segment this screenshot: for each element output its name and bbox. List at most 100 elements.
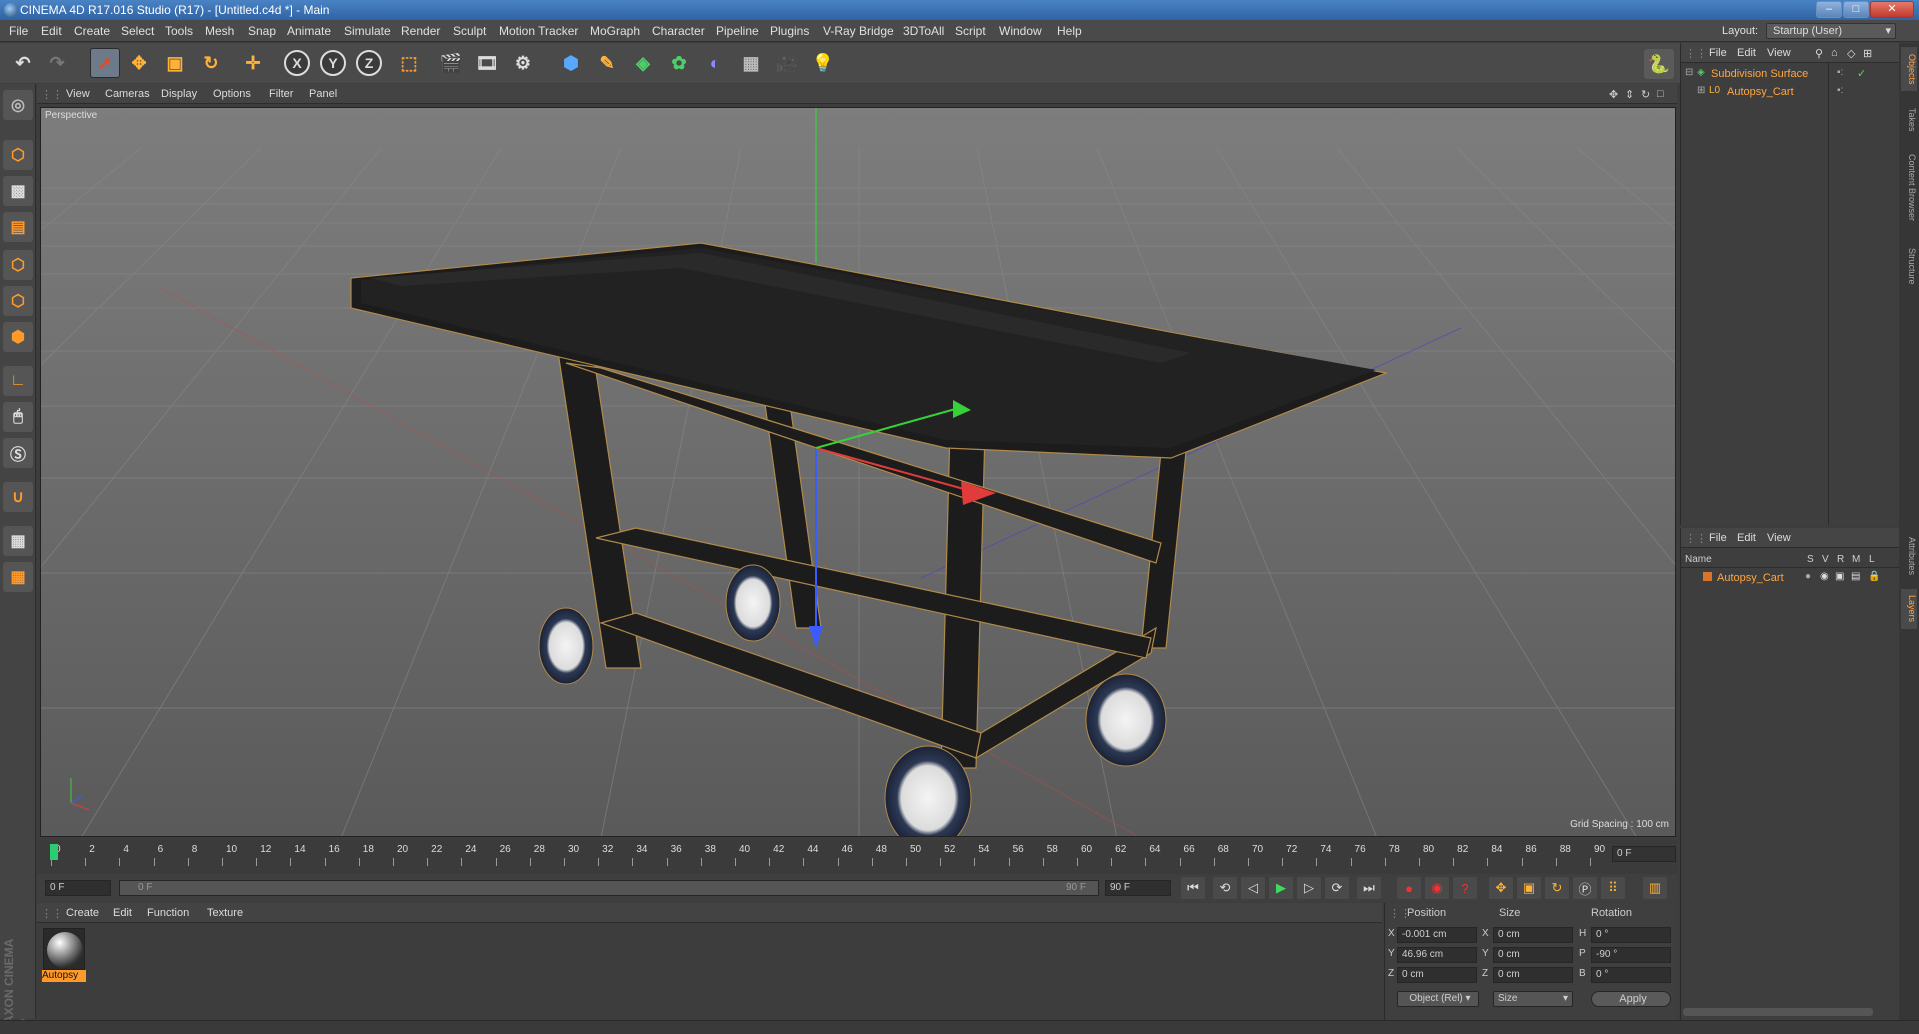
layer-row[interactable]: Autopsy_Cart ● ◉ ▣ ▤ 🔒 bbox=[1681, 570, 1900, 586]
light-icon[interactable]: 💡 bbox=[808, 48, 838, 78]
scale-tool-icon[interactable]: ▣ bbox=[160, 48, 190, 78]
object-menu-edit[interactable]: Edit bbox=[1737, 47, 1756, 59]
viewport-menu-options[interactable]: Options bbox=[213, 88, 251, 100]
key-parameter-icon[interactable]: Ⓟ bbox=[1573, 877, 1597, 899]
size-y-field[interactable]: 0 cm bbox=[1493, 947, 1573, 963]
position-z-field[interactable]: 0 cm bbox=[1397, 967, 1477, 983]
size-mode-dropdown[interactable]: Size ▾ bbox=[1493, 991, 1573, 1007]
close-button[interactable]: ✕ bbox=[1870, 1, 1914, 18]
locked-workplane-icon[interactable]: ▦ bbox=[3, 562, 33, 592]
object-name[interactable]: Autopsy_Cart bbox=[1727, 86, 1794, 98]
key-scale-icon[interactable]: ▣ bbox=[1517, 877, 1541, 899]
minimize-button[interactable]: – bbox=[1816, 1, 1842, 18]
rotation-p-field[interactable]: -90 ° bbox=[1591, 947, 1671, 963]
key-pla-icon[interactable]: ⠿ bbox=[1601, 877, 1625, 899]
material-menu-texture[interactable]: Texture bbox=[207, 907, 243, 919]
make-editable-icon[interactable]: ◎ bbox=[3, 90, 33, 120]
collapse-icon[interactable]: ⊟ bbox=[1685, 67, 1693, 78]
object-menu-file[interactable]: File bbox=[1709, 47, 1727, 59]
object-row[interactable]: ⊟ ◈ Subdivision Surface ▪: ✓ bbox=[1681, 65, 1900, 83]
layer-name[interactable]: Autopsy_Cart bbox=[1717, 572, 1784, 584]
subdivision-surface-icon[interactable]: ◈ bbox=[628, 48, 658, 78]
autokeying-icon[interactable]: ◉ bbox=[1425, 877, 1449, 899]
tab-layers[interactable]: Layers bbox=[1901, 589, 1917, 629]
deformer-icon[interactable]: ◐ bbox=[700, 48, 730, 78]
rotation-h-field[interactable]: 0 ° bbox=[1591, 927, 1671, 943]
object-visibility-icon[interactable]: ▪: bbox=[1837, 85, 1843, 96]
live-selection-icon[interactable]: ➚ bbox=[90, 48, 120, 78]
timeline-window-icon[interactable]: ▥ bbox=[1643, 877, 1667, 899]
tab-structure[interactable]: Structure bbox=[1901, 239, 1917, 293]
go-to-start-icon[interactable]: ⏮ bbox=[1181, 877, 1205, 899]
timeline-ruler[interactable]: 0246810121416182022242628303234363840424… bbox=[37, 840, 1677, 874]
menu-snap[interactable]: Snap bbox=[248, 24, 276, 38]
menu-edit[interactable]: Edit bbox=[41, 24, 62, 38]
viewport-menu-panel[interactable]: Panel bbox=[309, 88, 337, 100]
new-window-icon[interactable]: ⊞ bbox=[1863, 47, 1872, 60]
menu-render[interactable]: Render bbox=[401, 24, 440, 38]
render-view-icon[interactable]: 🎬 bbox=[436, 48, 466, 78]
camera-icon[interactable]: 🎥 bbox=[772, 48, 802, 78]
coordinate-system-icon[interactable]: ⬚ bbox=[394, 48, 424, 78]
key-position-icon[interactable]: ✥ bbox=[1489, 877, 1513, 899]
menu-mesh[interactable]: Mesh bbox=[205, 24, 234, 38]
x-axis-lock[interactable]: X bbox=[282, 48, 312, 78]
layer-menu-edit[interactable]: Edit bbox=[1737, 532, 1756, 544]
edges-mode-icon[interactable]: ⬡ bbox=[3, 286, 33, 316]
floor-icon[interactable]: ▦ bbox=[736, 48, 766, 78]
search-icon[interactable]: ⚲ bbox=[1815, 47, 1823, 60]
cube-primitive-icon[interactable]: ⬢ bbox=[556, 48, 586, 78]
transform-tool-icon[interactable]: ✛ bbox=[238, 48, 268, 78]
layer-color-swatch[interactable] bbox=[1703, 572, 1712, 581]
move-tool-icon[interactable]: ✥ bbox=[124, 48, 154, 78]
expand-icon[interactable]: ⊞ bbox=[1697, 85, 1705, 96]
playhead-marker[interactable] bbox=[50, 844, 58, 860]
maximize-button[interactable]: □ bbox=[1843, 1, 1869, 18]
keyframe-selection-icon[interactable]: ? bbox=[1453, 877, 1477, 899]
record-keys-icon[interactable]: ● bbox=[1397, 877, 1421, 899]
material-menu-function[interactable]: Function bbox=[147, 907, 189, 919]
material-swatch[interactable] bbox=[43, 928, 85, 970]
menu-simulate[interactable]: Simulate bbox=[344, 24, 391, 38]
menu-help[interactable]: Help bbox=[1057, 24, 1082, 38]
current-frame-field[interactable]: 0 F bbox=[1612, 846, 1676, 862]
menu-tools[interactable]: Tools bbox=[165, 24, 193, 38]
snap-icon[interactable]: Ⓢ bbox=[3, 438, 33, 468]
menu-window[interactable]: Window bbox=[999, 24, 1042, 38]
menu-pipeline[interactable]: Pipeline bbox=[716, 24, 759, 38]
menu-sculpt[interactable]: Sculpt bbox=[453, 24, 486, 38]
view-eye-icon[interactable]: ◉ bbox=[1820, 571, 1829, 582]
horizontal-scrollbar[interactable] bbox=[1683, 1008, 1873, 1016]
workplane-lock-icon[interactable]: ▦ bbox=[3, 526, 33, 556]
key-rotation-icon[interactable]: ↻ bbox=[1545, 877, 1569, 899]
texture-mode-icon[interactable]: ▩ bbox=[3, 176, 33, 206]
material-name[interactable]: Autopsy bbox=[42, 970, 86, 982]
menu-select[interactable]: Select bbox=[121, 24, 154, 38]
layout-dropdown[interactable]: Startup (User) ▾ bbox=[1766, 23, 1896, 39]
perspective-viewport[interactable]: Perspective Grid Spacing : 100 cm bbox=[40, 107, 1676, 837]
previous-key-icon[interactable]: ⟲ bbox=[1213, 877, 1237, 899]
menu-animate[interactable]: Animate bbox=[287, 24, 331, 38]
object-row[interactable]: ⊞ L0 Autopsy_Cart ▪: bbox=[1681, 83, 1900, 101]
menu-script[interactable]: Script bbox=[955, 24, 986, 38]
rotate-tool-icon[interactable]: ↻ bbox=[196, 48, 226, 78]
next-key-icon[interactable]: ⟳ bbox=[1325, 877, 1349, 899]
menu-create[interactable]: Create bbox=[74, 24, 110, 38]
viewport-menu-display[interactable]: Display bbox=[161, 88, 197, 100]
model-mode-icon[interactable]: ⬡ bbox=[3, 140, 33, 170]
menu-3dtoall[interactable]: 3DToAll bbox=[903, 24, 944, 38]
rotation-b-field[interactable]: 0 ° bbox=[1591, 967, 1671, 983]
magnet-icon[interactable]: ∪ bbox=[3, 482, 33, 512]
maximize-view-icon[interactable]: □ bbox=[1657, 88, 1664, 100]
size-x-field[interactable]: 0 cm bbox=[1493, 927, 1573, 943]
menu-vray-bridge[interactable]: V-Ray Bridge bbox=[823, 24, 894, 38]
menu-plugins[interactable]: Plugins bbox=[770, 24, 809, 38]
render-settings-icon[interactable]: ⚙ bbox=[508, 48, 538, 78]
y-axis-lock[interactable]: Y bbox=[318, 48, 348, 78]
object-name[interactable]: Subdivision Surface bbox=[1711, 68, 1808, 80]
end-frame-field[interactable]: 90 F bbox=[1105, 880, 1171, 896]
menu-character[interactable]: Character bbox=[652, 24, 705, 38]
menu-mograph[interactable]: MoGraph bbox=[590, 24, 640, 38]
apply-button[interactable]: Apply bbox=[1591, 991, 1671, 1007]
render-picture-viewer-icon[interactable]: 🎞 bbox=[472, 48, 502, 78]
